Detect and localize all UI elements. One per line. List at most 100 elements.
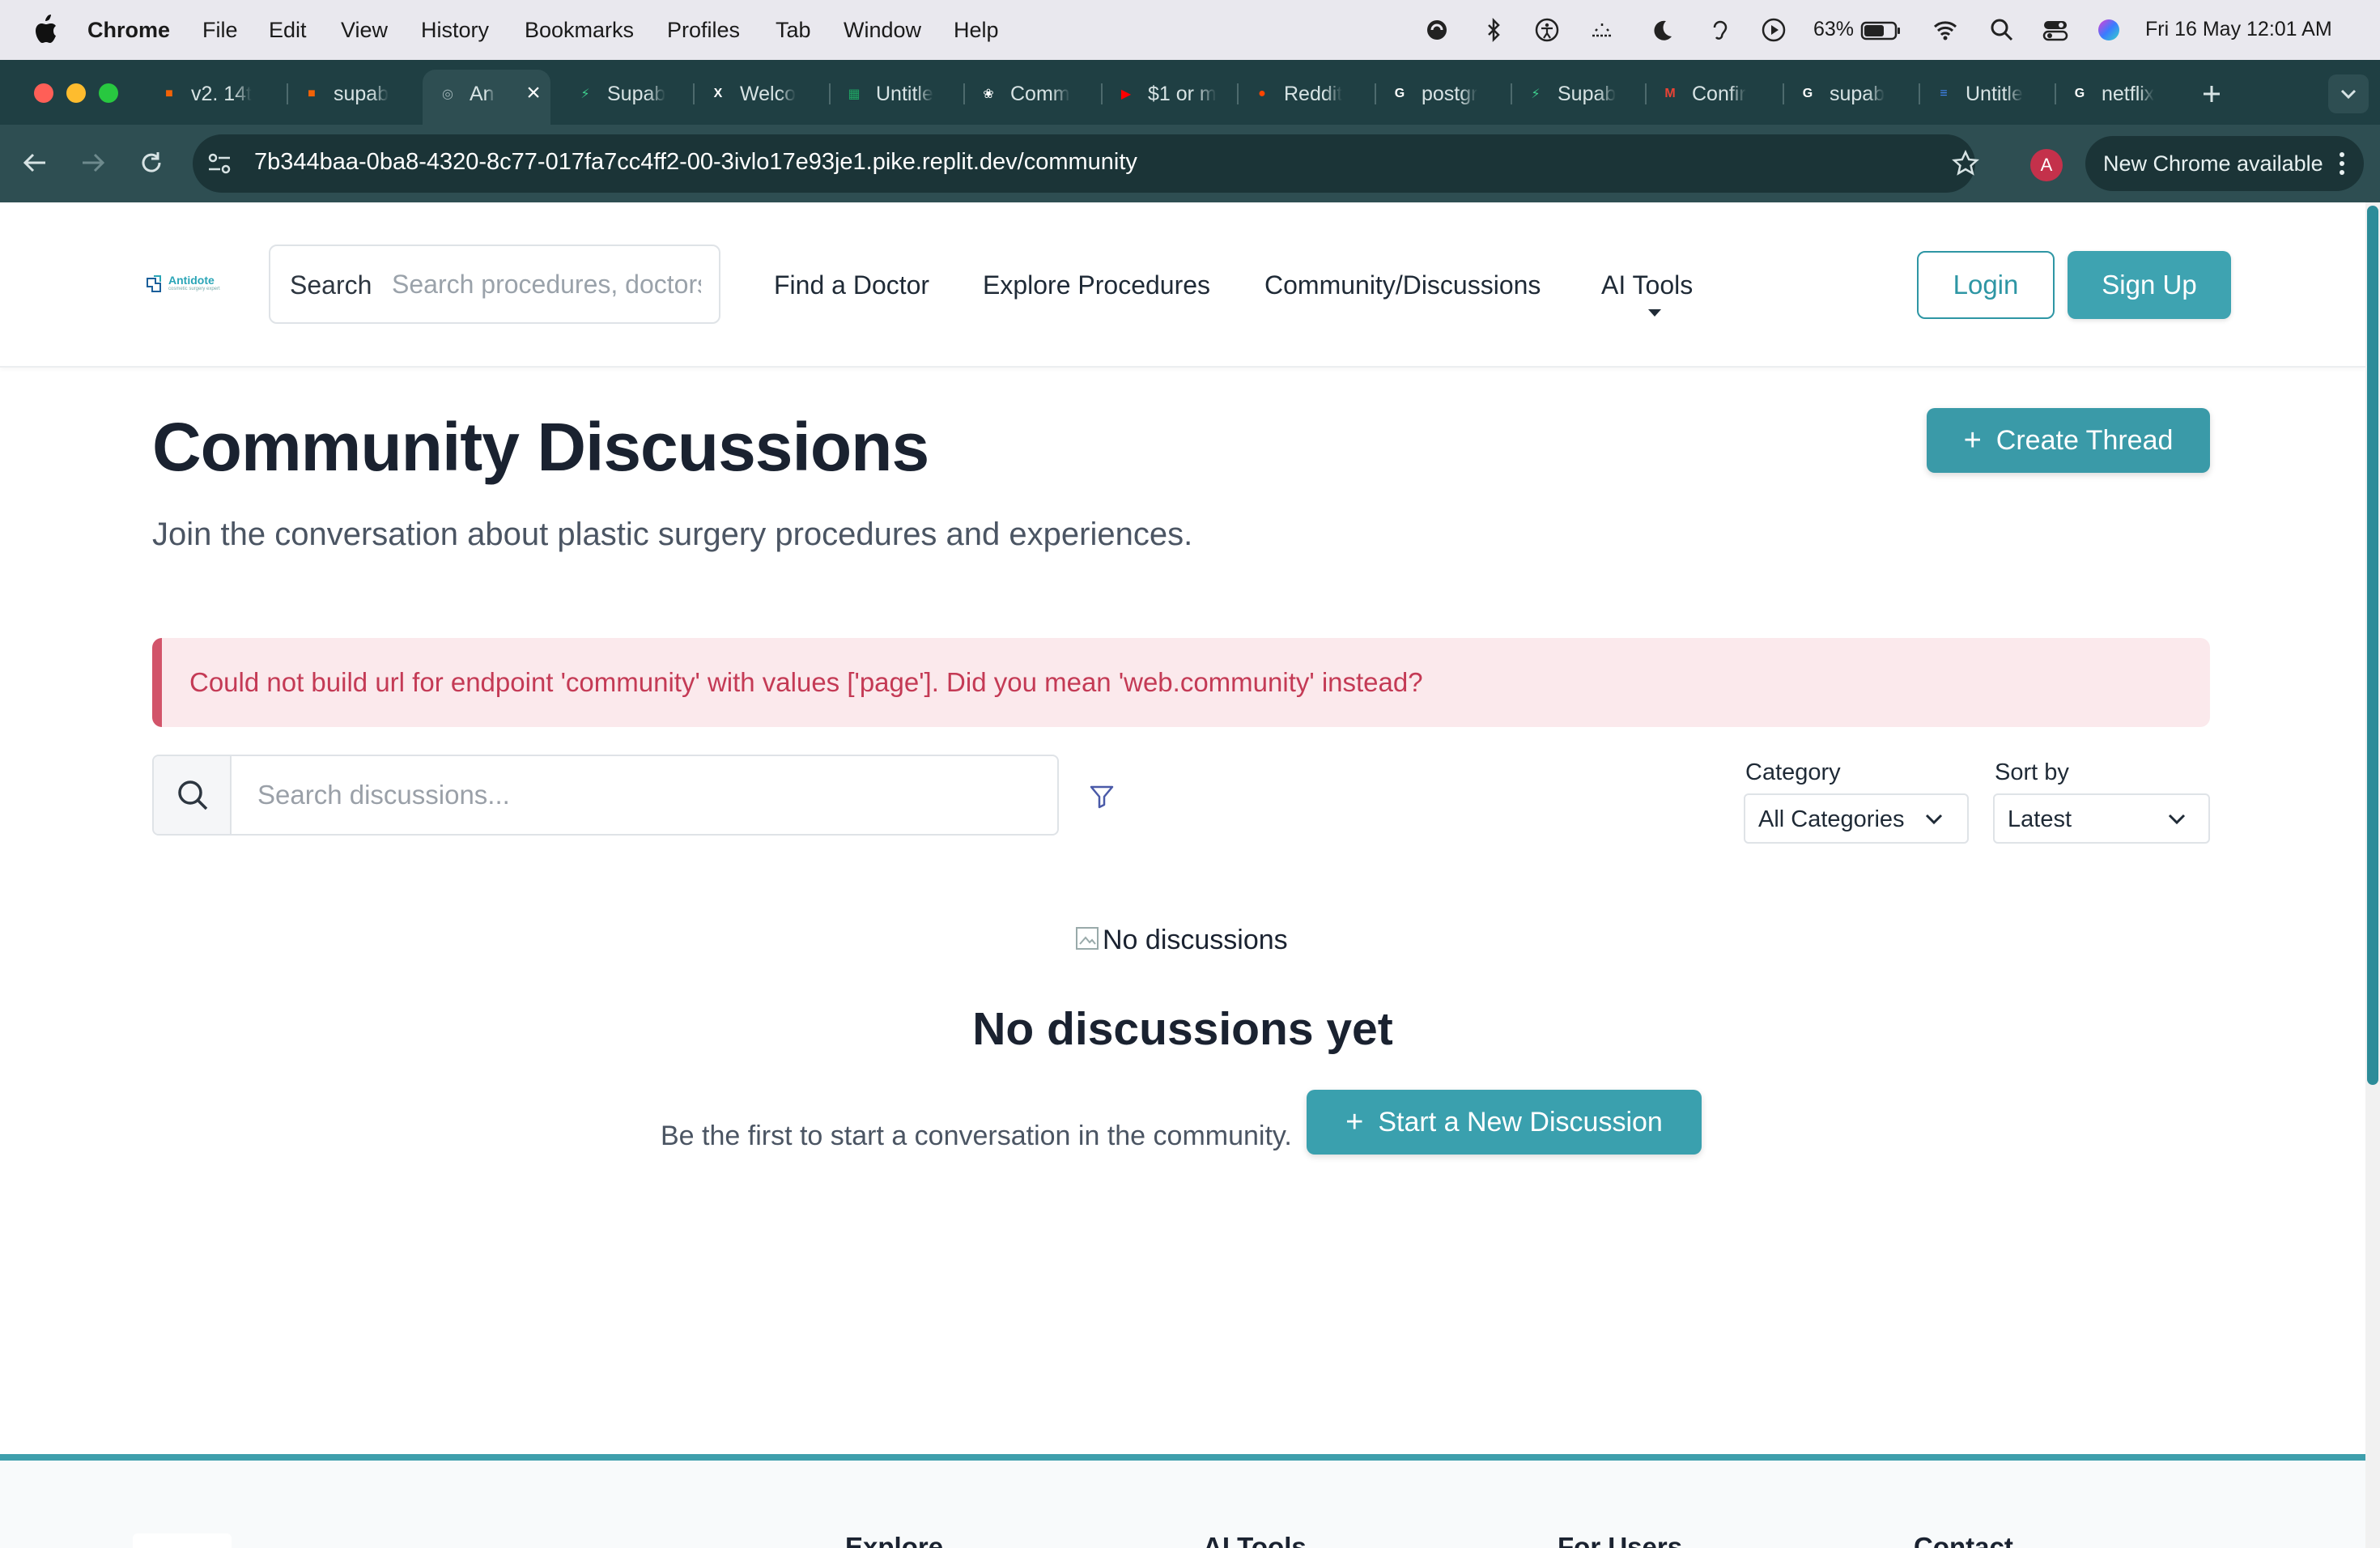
zoom-window-button[interactable] [99, 83, 118, 103]
page-scrollbar-thumb[interactable] [2367, 206, 2378, 1085]
page-title: Community Discussions [152, 409, 929, 485]
browser-tab[interactable]: ❀ Comm [978, 76, 1083, 112]
caret-down-icon[interactable] [1648, 309, 1661, 317]
do-not-disturb-moon-icon[interactable] [1648, 16, 1676, 44]
close-window-button[interactable] [34, 83, 53, 103]
new-chrome-available-button[interactable]: New Chrome available [2085, 136, 2364, 191]
display-icon[interactable] [1588, 16, 1616, 44]
tab-separator [1645, 83, 1647, 104]
browser-tab[interactable]: M Confir [1660, 76, 1765, 112]
bluetooth-icon[interactable] [1480, 16, 1507, 44]
new-tab-plus-icon[interactable] [2200, 83, 2223, 105]
now-playing-icon[interactable] [1760, 16, 1787, 44]
tab-separator [1783, 83, 1784, 104]
address-bar-url[interactable]: 7b344baa-0ba8-4320-8c77-017fa7cc4ff2-00-… [254, 149, 1137, 176]
back-arrow-icon[interactable] [21, 151, 49, 175]
browser-tab[interactable]: ● Reddit [1252, 76, 1357, 112]
menu-window[interactable]: Window [844, 18, 921, 43]
reddit-icon: ● [1258, 87, 1266, 100]
browser-tab-title: v2. 14t [191, 82, 253, 105]
category-select-value: All Categories [1758, 806, 1905, 832]
menu-file[interactable]: File [202, 18, 238, 43]
menu-app-name[interactable]: Chrome [87, 18, 170, 43]
menu-tab[interactable]: Tab [776, 18, 811, 43]
macos-menubar: Chrome File Edit View History Bookmarks … [0, 0, 2380, 60]
browser-tab-title: supab [334, 82, 389, 105]
footer-heading-ai-tools: AI Tools [1203, 1532, 1307, 1548]
search-icon [178, 780, 208, 810]
footer-heading-for-users: For Users [1558, 1532, 1683, 1548]
tab-separator [1375, 83, 1376, 104]
empty-state-text: Be the first to start a conversation in … [661, 1121, 1292, 1151]
browser-tab[interactable]: ■ v2. 14t [159, 76, 264, 112]
more-vertical-icon [2340, 152, 2344, 175]
nav-ai-tools[interactable]: AI Tools [1601, 270, 1693, 300]
browser-tab-title: Supab [607, 82, 666, 105]
spotlight-search-icon[interactable] [1988, 16, 2016, 44]
replit-icon: ■ [308, 87, 316, 100]
browser-tab-title: Confir [1692, 82, 1746, 105]
browser-tab-title: Supab [1558, 82, 1617, 105]
menu-history[interactable]: History [421, 18, 489, 43]
focus-mode-icon[interactable] [1423, 16, 1451, 44]
signup-button[interactable]: Sign Up [2068, 251, 2231, 319]
tab-search-button[interactable] [2328, 74, 2369, 113]
google-icon: G [2074, 87, 2085, 100]
site-info-icon[interactable] [206, 151, 233, 176]
menubar-datetime[interactable]: Fri 16 May 12:01 AM [2145, 18, 2332, 41]
apple-logo-icon[interactable] [32, 15, 58, 45]
browser-tab[interactable]: ◎ An [437, 76, 510, 112]
menu-edit[interactable]: Edit [269, 18, 307, 43]
hearing-icon[interactable] [1706, 16, 1734, 44]
login-button[interactable]: Login [1917, 251, 2055, 319]
tab-separator [287, 83, 288, 104]
create-thread-button[interactable]: + Create Thread [1927, 408, 2210, 473]
browser-tab[interactable]: Gsupab [1797, 76, 1902, 112]
filter-icon[interactable] [1088, 782, 1116, 810]
nav-community-discussions[interactable]: Community/Discussions [1264, 270, 1541, 300]
browser-tab[interactable]: ▶ $1 or m [1116, 76, 1221, 112]
menu-profiles[interactable]: Profiles [667, 18, 740, 43]
chevron-down-icon [2340, 89, 2357, 100]
tab-separator [2055, 83, 2056, 104]
browser-tab[interactable]: Gnetflix [2069, 76, 2174, 112]
browser-tab[interactable]: ≡ Untitle [1933, 76, 2038, 112]
profile-avatar[interactable]: A [2030, 149, 2063, 181]
browser-tab[interactable]: ■ supab [301, 76, 406, 112]
minimize-window-button[interactable] [66, 83, 86, 103]
youtube-icon: ▶ [1120, 87, 1132, 101]
browser-tab-title: Untitle [1966, 82, 2023, 105]
wifi-icon[interactable] [1932, 16, 1959, 44]
menu-help[interactable]: Help [954, 18, 999, 43]
globe-icon: ◎ [442, 87, 453, 101]
broken-image-icon [1076, 927, 1099, 950]
tab-separator [963, 83, 965, 104]
battery-icon[interactable] [1860, 16, 1902, 44]
browser-tab[interactable]: ⚡ Supab [575, 76, 680, 112]
plus-icon: + [1345, 1104, 1364, 1139]
footer-heading-contact: Contact [1914, 1532, 2013, 1548]
forward-arrow-icon[interactable] [79, 151, 107, 175]
browser-tab[interactable]: Gpostgr [1389, 76, 1494, 112]
nav-explore-procedures[interactable]: Explore Procedures [983, 270, 1210, 300]
control-center-icon[interactable] [2042, 16, 2069, 44]
browser-tab[interactable]: ⚡ Supab [1525, 76, 1630, 112]
reload-icon[interactable] [138, 149, 165, 176]
nav-find-a-doctor[interactable]: Find a Doctor [774, 270, 929, 300]
browser-tab[interactable]: ▦ Untitle [844, 76, 949, 112]
siri-icon[interactable] [2095, 16, 2123, 44]
menu-bookmarks[interactable]: Bookmarks [525, 18, 634, 43]
bookmark-star-icon[interactable] [1951, 149, 1980, 178]
footer-logo-box [133, 1533, 232, 1548]
error-alert-text: Could not build url for endpoint 'commun… [189, 667, 1423, 697]
start-new-discussion-button[interactable]: + Start a New Discussion [1307, 1090, 1702, 1155]
sheets-icon: ▦ [848, 87, 861, 101]
header-search-input[interactable] [392, 266, 701, 303]
discussion-search-input[interactable] [257, 777, 1035, 813]
accessibility-icon[interactable] [1533, 16, 1561, 44]
openai-icon: ❀ [983, 87, 994, 101]
close-tab-icon[interactable]: × [521, 81, 546, 105]
menu-view[interactable]: View [341, 18, 388, 43]
battery-percent: 63% [1813, 18, 1855, 40]
browser-tab[interactable]: X Welco [708, 76, 813, 112]
